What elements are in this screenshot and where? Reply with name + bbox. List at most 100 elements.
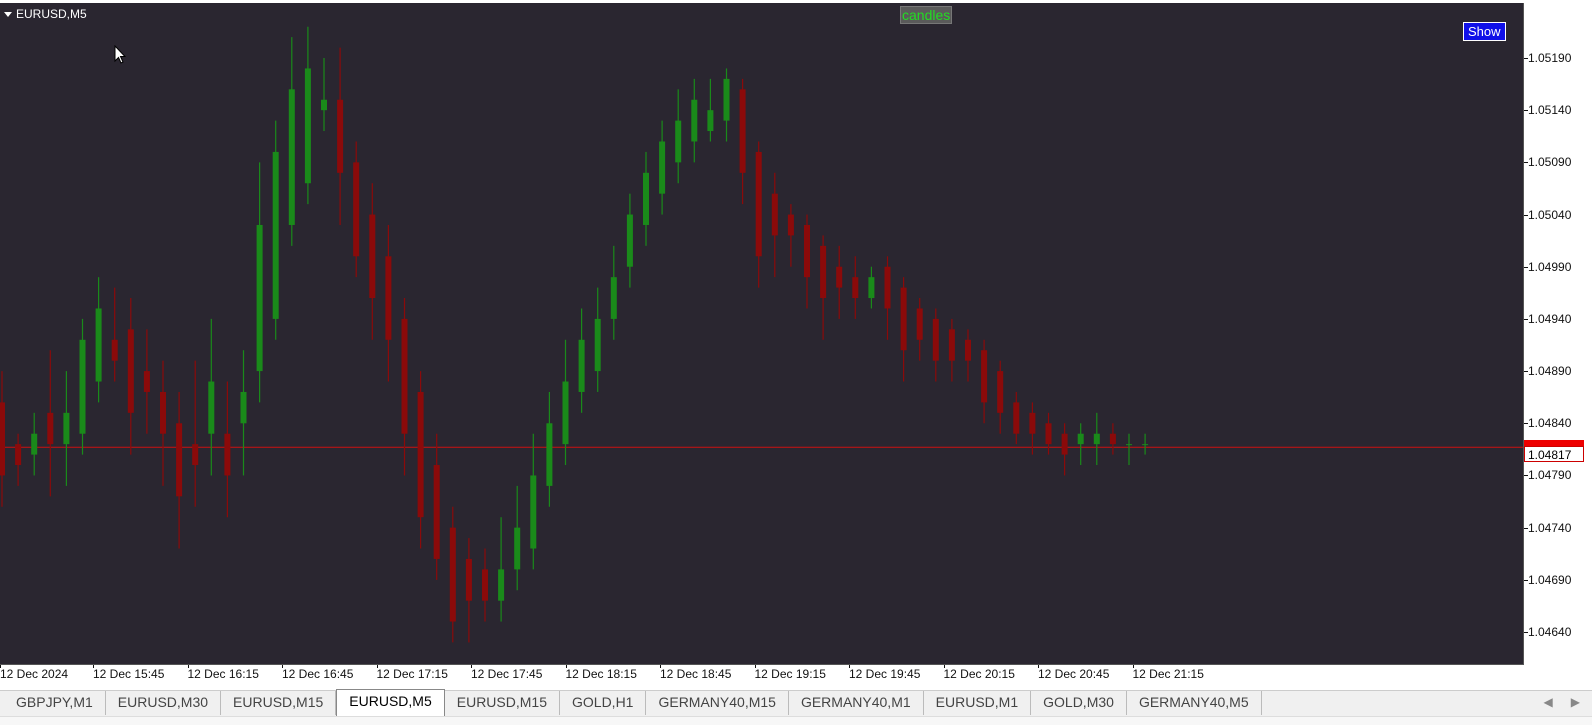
chart-tab[interactable]: GBPJPY,M1 <box>4 691 106 715</box>
candle <box>514 485 521 591</box>
candle-body <box>256 224 263 372</box>
candle-body <box>948 329 955 361</box>
candle-body <box>417 391 424 518</box>
candle-body <box>95 308 102 382</box>
candle <box>836 245 843 319</box>
time-tick-label: 12 Dec 18:45 <box>660 667 732 681</box>
candle <box>482 548 488 622</box>
chart-tab[interactable]: GERMANY40,M15 <box>646 691 789 715</box>
price-tick-label: 1.04890 <box>1528 364 1572 379</box>
price-tick-label: 1.04790 <box>1528 468 1572 483</box>
candle-body <box>981 350 988 403</box>
price-tick-label: 1.04640 <box>1528 625 1572 639</box>
candle <box>1126 433 1132 466</box>
candle-body <box>321 99 327 111</box>
candle-body <box>143 371 150 392</box>
candle-body <box>755 151 762 257</box>
chart-tab[interactable]: EURUSD,M1 <box>924 691 1032 715</box>
candle-body <box>707 110 714 132</box>
time-axis[interactable]: 12 Dec 2024 12 Dec 15:45 12 Dec 16:15 12 De… <box>0 665 1523 683</box>
candle-body <box>337 99 344 173</box>
time-tick-label: 12 Dec 19:45 <box>849 667 921 681</box>
chart-plot-area[interactable]: EURUSD,M5 candles Show <box>0 3 1524 665</box>
dropdown-triangle-icon[interactable] <box>4 11 12 17</box>
candle <box>288 37 295 246</box>
chart-tab[interactable]: GERMANY40,M5 <box>1127 691 1262 715</box>
candle <box>417 371 424 549</box>
candle-body <box>111 339 118 361</box>
bid-price-label: 1.04817 <box>1524 446 1584 462</box>
candle <box>304 26 311 205</box>
candle <box>47 350 54 497</box>
candle <box>353 141 360 278</box>
symbol-title-text: EURUSD,M5 <box>16 7 87 21</box>
candle <box>578 308 585 413</box>
candle <box>691 78 698 163</box>
candle-body <box>465 558 472 601</box>
candle <box>111 287 118 382</box>
chart-symbol-title[interactable]: EURUSD,M5 <box>4 7 87 21</box>
chart-tab[interactable]: GERMANY40,M1 <box>789 691 924 715</box>
candle <box>498 517 505 622</box>
scroll-right-icon[interactable]: ▶ <box>1571 695 1580 709</box>
scroll-left-icon[interactable]: ◀ <box>1544 695 1553 709</box>
candle-body <box>160 391 166 434</box>
candle <box>192 360 199 507</box>
candle <box>208 318 215 476</box>
candle <box>224 381 231 518</box>
candle <box>755 141 762 288</box>
candle-body <box>482 569 488 601</box>
candle <box>1109 423 1116 455</box>
time-tick-label: 12 Dec 15:45 <box>93 667 165 681</box>
candle <box>1045 412 1052 455</box>
candle <box>465 538 472 643</box>
candle-body <box>562 381 569 445</box>
candle <box>852 256 859 319</box>
candle <box>530 433 537 570</box>
candle-body <box>659 141 666 194</box>
price-tick-label: 1.04690 <box>1528 572 1572 587</box>
candle <box>369 183 376 340</box>
candle-body <box>47 412 54 445</box>
candle <box>626 193 633 288</box>
candle <box>1013 391 1020 445</box>
candle <box>143 329 150 434</box>
candle-body <box>1109 433 1116 445</box>
chart-window[interactable]: EURUSD,M5 candles Show 1.05190 1.05140 1.0… <box>0 0 1592 683</box>
candle-body <box>224 433 231 476</box>
chart-tab[interactable]: EURUSD,M15 <box>445 691 560 715</box>
candle-body <box>1077 433 1084 445</box>
candle-body <box>868 277 875 299</box>
candle-body <box>804 224 810 278</box>
candle-body <box>449 527 456 622</box>
candle-body <box>272 151 279 319</box>
candle-body <box>1061 433 1068 455</box>
time-tick-label: 12 Dec 20:45 <box>1038 667 1110 681</box>
price-axis[interactable]: 1.05190 1.05140 1.05090 1.05040 1.04990 1.049… <box>1524 3 1592 664</box>
candle-body <box>240 391 247 424</box>
time-tick-label: 12 Dec 2024 <box>0 667 69 681</box>
chart-tab[interactable]: GOLD,H1 <box>560 691 647 715</box>
time-tick-label: 12 Dec 16:15 <box>187 667 259 681</box>
candle <box>321 58 327 132</box>
show-button[interactable]: Show <box>1463 22 1506 41</box>
candle-body <box>1093 433 1100 445</box>
candle-body <box>208 381 215 434</box>
chart-tab[interactable]: EURUSD,M5 <box>336 689 445 717</box>
candle-body <box>739 89 746 173</box>
candle <box>1093 412 1100 466</box>
candle <box>965 329 971 382</box>
chart-tab[interactable]: EURUSD,M15 <box>221 691 337 715</box>
candle-body <box>1126 444 1132 446</box>
candles-label[interactable]: candles <box>900 6 953 24</box>
candle <box>916 298 923 361</box>
candle-body <box>546 423 553 486</box>
price-tick-label: 1.05190 <box>1528 51 1572 65</box>
candle-body <box>997 371 1004 413</box>
candle-body <box>401 318 408 434</box>
candle-body <box>15 444 22 466</box>
candle-body <box>787 214 794 236</box>
chart-tab[interactable]: GOLD,M30 <box>1031 691 1127 715</box>
candle-body <box>771 193 778 236</box>
chart-tab[interactable]: EURUSD,M30 <box>106 691 222 715</box>
